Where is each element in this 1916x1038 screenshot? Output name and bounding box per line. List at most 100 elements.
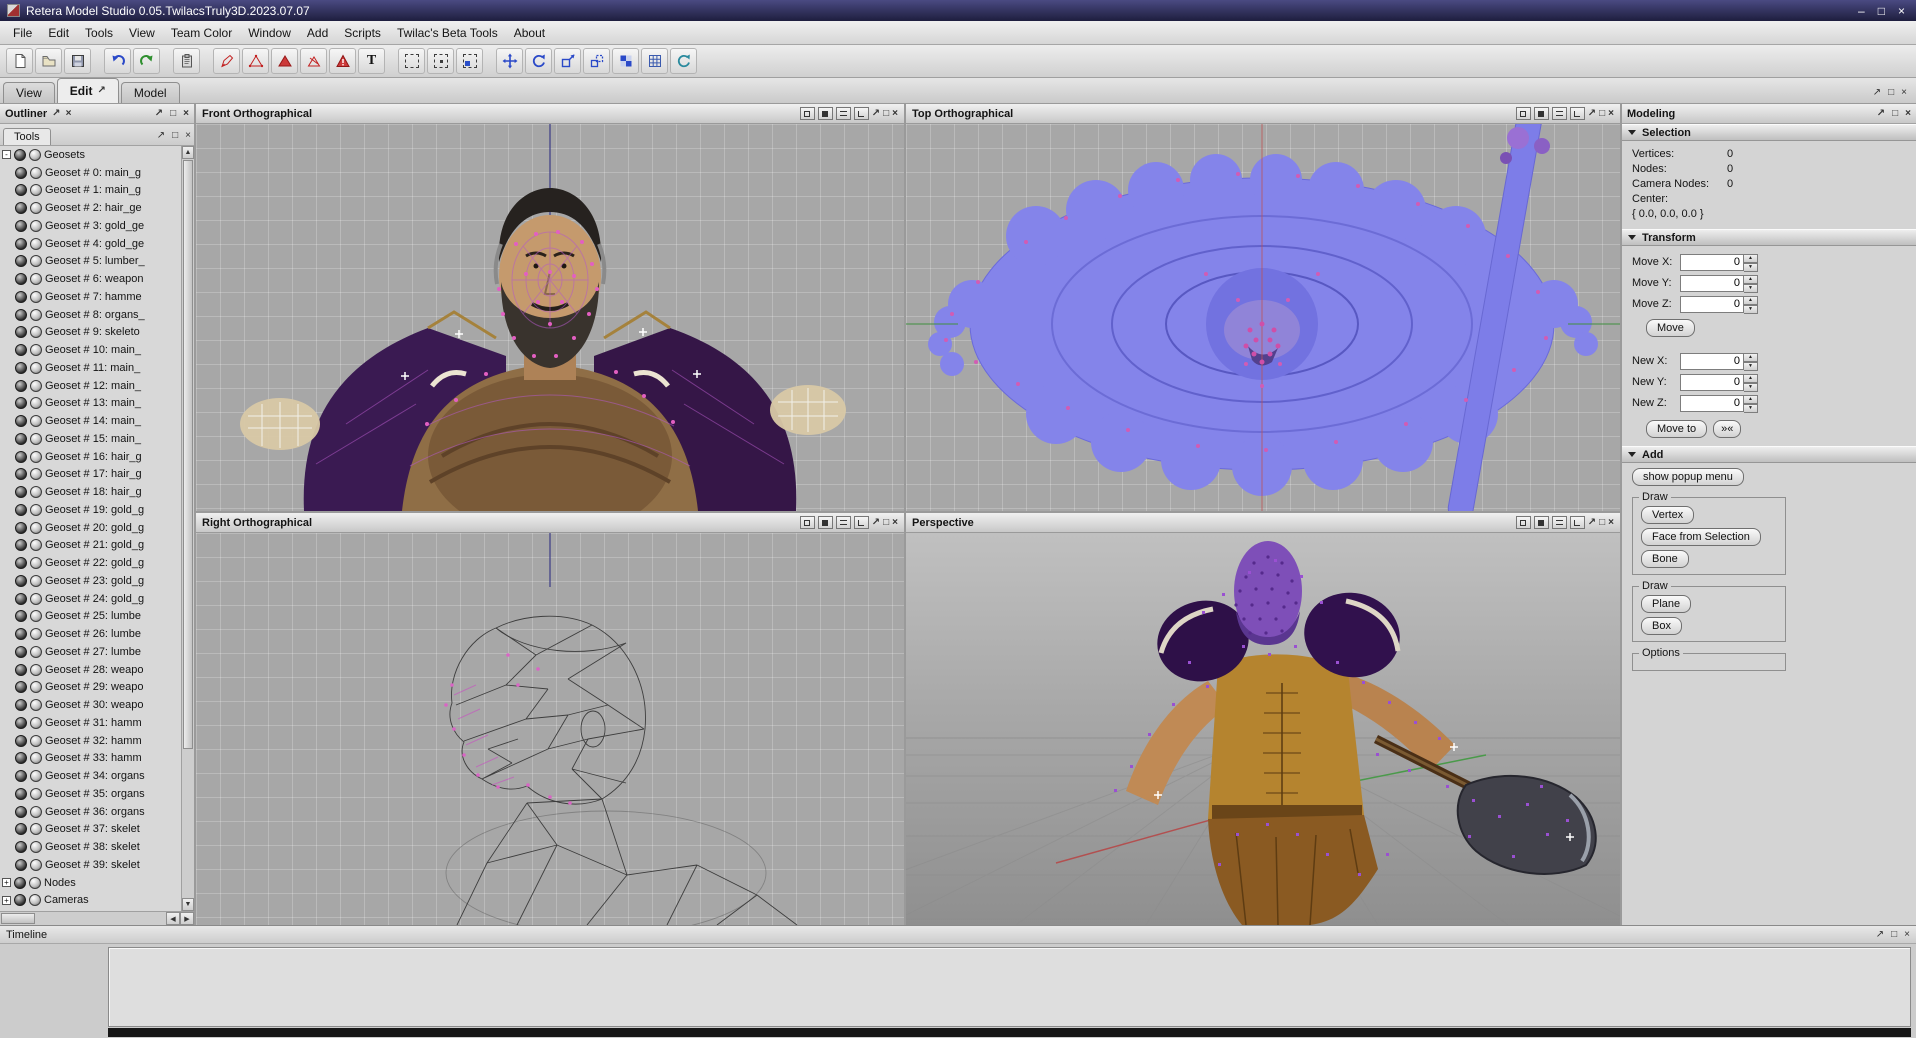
tree-row[interactable]: Geoset # 33: hamm: [0, 750, 181, 768]
timeline-body[interactable]: [0, 944, 1916, 1038]
float-icon[interactable]: ↗: [872, 108, 880, 119]
visibility-icon[interactable]: [15, 645, 27, 658]
extrude-tool-button[interactable]: [583, 48, 610, 74]
viewport-solid-button[interactable]: [817, 107, 833, 120]
scroll-down-button[interactable]: ▼: [182, 898, 194, 911]
viewport-shade-button[interactable]: [1569, 516, 1585, 529]
new-y-input[interactable]: [1680, 373, 1744, 391]
snap-grid-button[interactable]: [641, 48, 668, 74]
timeline-header[interactable]: Timeline ↗ □ ×: [0, 926, 1916, 944]
visibility-icon[interactable]: [15, 699, 27, 712]
visibility-icon[interactable]: [15, 557, 27, 570]
viewport-wireframe-button[interactable]: [1551, 107, 1567, 120]
menu-item[interactable]: Tools: [77, 23, 121, 43]
menu-item[interactable]: About: [506, 23, 553, 43]
visibility-icon[interactable]: [15, 681, 27, 694]
close-icon[interactable]: ×: [892, 517, 898, 528]
tree-row[interactable]: Geoset # 37: skelet: [0, 821, 181, 839]
tree-row[interactable]: Geoset # 1: main_g: [0, 182, 181, 200]
tree-row[interactable]: Geoset # 8: organs_: [0, 306, 181, 324]
tree-row[interactable]: Geoset # 28: weapo: [0, 661, 181, 679]
tree-row[interactable]: Geoset # 12: main_: [0, 377, 181, 395]
close-icon[interactable]: ×: [185, 131, 191, 141]
float-icon[interactable]: ↗: [1588, 517, 1596, 528]
menu-item[interactable]: View: [121, 23, 163, 43]
right-viewport-canvas[interactable]: [196, 533, 904, 925]
maximize-icon[interactable]: □: [883, 517, 889, 528]
float-icon[interactable]: ↗: [52, 108, 60, 119]
visibility-icon[interactable]: [15, 858, 27, 871]
tree-row[interactable]: Geoset # 20: gold_g: [0, 519, 181, 537]
new-document-button[interactable]: [6, 48, 33, 74]
expander-icon[interactable]: +: [2, 878, 11, 888]
bone-button[interactable]: Bone: [1641, 550, 1689, 568]
visibility-icon[interactable]: [15, 468, 27, 481]
timeline-track-area[interactable]: [108, 947, 1911, 1027]
visibility-icon[interactable]: [15, 592, 27, 605]
tree-row[interactable]: Geoset # 24: gold_g: [0, 590, 181, 608]
menu-item[interactable]: Scripts: [336, 23, 389, 43]
tab-view[interactable]: View: [3, 82, 55, 103]
visibility-icon[interactable]: [15, 290, 27, 303]
tree-row[interactable]: Geoset # 25: lumbe: [0, 608, 181, 626]
modeling-header[interactable]: Modeling ↗ □ ×: [1622, 104, 1916, 124]
visibility-icon[interactable]: [15, 415, 27, 428]
perspective-viewport-canvas[interactable]: [906, 533, 1620, 925]
tab-edit[interactable]: Edit ↗: [56, 78, 119, 103]
viewport-grid-button[interactable]: [799, 516, 815, 529]
tree-row[interactable]: Geoset # 21: gold_g: [0, 537, 181, 555]
maximize-icon[interactable]: □: [1888, 88, 1894, 98]
tree-row[interactable]: Geoset # 14: main_: [0, 412, 181, 430]
visibility-icon[interactable]: [15, 166, 27, 179]
move-x-input[interactable]: [1680, 253, 1744, 271]
tree-row[interactable]: Geoset # 19: gold_g: [0, 501, 181, 519]
right-viewport-header[interactable]: Right Orthographical ↗ □ ×: [196, 513, 904, 533]
visibility-icon[interactable]: [15, 379, 27, 392]
menu-item[interactable]: Add: [299, 23, 336, 43]
tree-row[interactable]: Geoset # 22: gold_g: [0, 554, 181, 572]
selection-section-header[interactable]: Selection: [1622, 124, 1916, 141]
tree-row[interactable]: Geoset # 39: skelet: [0, 856, 181, 874]
tree-row[interactable]: + Nodes: [0, 874, 181, 892]
scroll-right-button[interactable]: ▶: [180, 912, 194, 925]
maximize-icon[interactable]: □: [1891, 929, 1897, 940]
tree-row[interactable]: - Geosets: [0, 146, 181, 164]
close-icon[interactable]: ×: [1905, 108, 1911, 119]
visibility-icon[interactable]: [15, 273, 27, 286]
visibility-icon[interactable]: [15, 432, 27, 445]
expander-icon[interactable]: -: [2, 150, 11, 160]
viewport-grid-button[interactable]: [799, 107, 815, 120]
top-viewport-header[interactable]: Top Orthographical ↗ □ ×: [906, 104, 1620, 124]
maximize-icon[interactable]: □: [1599, 108, 1605, 119]
float-icon[interactable]: ↗: [157, 131, 165, 141]
menu-item[interactable]: Edit: [40, 23, 77, 43]
visibility-icon[interactable]: [15, 770, 27, 783]
menu-item[interactable]: Window: [240, 23, 299, 43]
front-viewport-header[interactable]: Front Orthographical ↗ □ ×: [196, 104, 904, 124]
visibility-icon[interactable]: [15, 716, 27, 729]
move-tool-button[interactable]: [496, 48, 523, 74]
text-tool-button[interactable]: T: [358, 48, 385, 74]
move-z-input[interactable]: [1680, 295, 1744, 313]
paste-button[interactable]: [173, 48, 200, 74]
scale-tool-button[interactable]: [554, 48, 581, 74]
maximize-icon[interactable]: □: [1892, 108, 1898, 119]
save-button[interactable]: [64, 48, 91, 74]
tree-row[interactable]: Geoset # 36: organs: [0, 803, 181, 821]
tree-row[interactable]: Geoset # 10: main_: [0, 341, 181, 359]
tree-row[interactable]: Geoset # 31: hamm: [0, 714, 181, 732]
visibility-icon[interactable]: [15, 574, 27, 587]
tree-row[interactable]: Geoset # 7: hamme: [0, 288, 181, 306]
rotate-tool-button[interactable]: [525, 48, 552, 74]
visibility-icon[interactable]: [15, 663, 27, 676]
snap-checker-button[interactable]: [612, 48, 639, 74]
maximize-icon[interactable]: □: [172, 131, 178, 141]
open-model-button[interactable]: [35, 48, 62, 74]
tree-row[interactable]: Geoset # 4: gold_ge: [0, 235, 181, 253]
visibility-icon[interactable]: [15, 841, 27, 854]
new-z-input[interactable]: [1680, 394, 1744, 412]
visibility-icon[interactable]: [15, 787, 27, 800]
edit-pen-button[interactable]: [213, 48, 240, 74]
add-section-header[interactable]: Add: [1622, 446, 1916, 463]
maximize-icon[interactable]: □: [1599, 517, 1605, 528]
